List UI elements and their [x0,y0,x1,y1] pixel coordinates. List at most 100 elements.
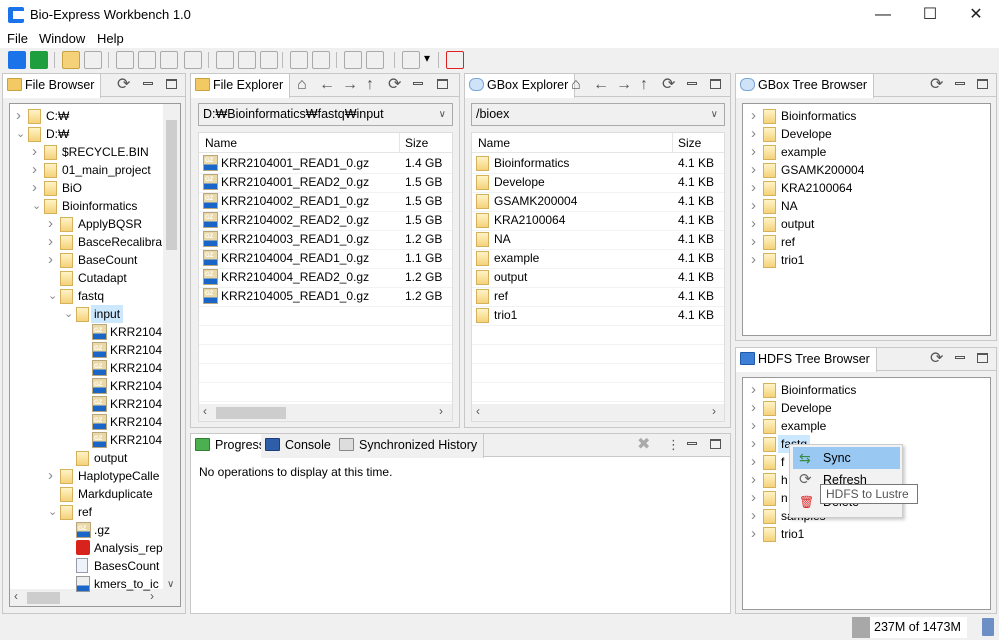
tab-file-explorer[interactable]: File Explorer [191,74,291,98]
up-icon[interactable]: ↑ [640,76,648,94]
tree-item[interactable]: › GSAMK200004 [743,161,990,179]
minimize-view-button[interactable] [955,356,965,359]
tree-item[interactable]: › KRA2100064 [743,179,990,197]
tree-item[interactable]: Markduplicate [10,485,180,503]
tree-item[interactable]: › BasceRecalibra [10,233,180,251]
chevron-right-icon[interactable]: › [751,417,761,435]
chevron-right-icon[interactable]: › [751,179,761,197]
tree-item[interactable]: ⌄ D:₩ [10,125,180,143]
export-tree-icon[interactable] [184,51,202,69]
chevron-right-icon[interactable]: › [48,251,58,269]
up-icon[interactable]: ↑ [366,76,374,94]
tree-item[interactable]: output [10,449,180,467]
maximize-view-button[interactable] [710,79,721,89]
refresh-icon[interactable]: ⟳ [117,76,130,94]
refresh-icon[interactable]: ⟳ [388,76,401,94]
share-icon[interactable] [160,51,178,69]
tree-item[interactable]: ⌄ Bioinformatics [10,197,180,215]
tab-hdfs-tree-browser[interactable]: HDFS Tree Browser [736,348,877,372]
heap-status[interactable]: 237M of 1473M [852,617,967,638]
edit-folder-icon[interactable] [84,51,102,69]
sync-window-icon[interactable] [260,51,278,69]
tree-item[interactable]: ⌄ ref [10,503,180,521]
table-row[interactable]: NA 4.1 KB [472,230,724,249]
tree-item[interactable]: › example [743,143,990,161]
chevron-right-icon[interactable]: › [32,161,42,179]
chevron-right-icon[interactable]: › [751,507,761,525]
home-icon[interactable]: ⌂ [571,76,581,94]
chevron-right-icon[interactable]: › [751,489,761,507]
chevron-right-icon[interactable]: › [751,381,761,399]
chevron-right-icon[interactable]: › [32,143,42,161]
minimize-view-button[interactable] [687,82,697,85]
chevron-right-icon[interactable]: › [751,143,761,161]
tree-item[interactable]: KRR2104 [10,430,180,449]
gbox-icon[interactable] [30,51,48,69]
maximize-view-button[interactable] [977,79,988,89]
tree-item[interactable]: KRR2104 [10,412,180,431]
column-header-name[interactable]: Name [205,133,237,153]
table-row[interactable]: KRR2104002_READ2_0.gz 1.5 GB [199,209,452,230]
table-row[interactable]: KRR2104003_READ1_0.gz 1.2 GB [199,228,452,249]
chevron-right-icon[interactable]: › [751,525,761,543]
tree-item[interactable]: KRR2104 [10,394,180,413]
menu-window[interactable]: Window [39,31,85,46]
copy-icon[interactable] [402,51,420,69]
tree-item[interactable]: KRR2104 [10,340,180,359]
bio-express-icon[interactable] [8,51,26,69]
table-row[interactable]: trio1 4.1 KB [472,306,724,325]
chevron-right-icon[interactable]: › [48,233,58,251]
chevron-down-icon[interactable]: ⌄ [64,305,74,323]
chevron-down-icon[interactable]: ⌄ [16,125,26,143]
horizontal-scrollbar[interactable]: ‹ › [199,404,452,421]
table-row[interactable]: GSAMK200004 4.1 KB [472,192,724,211]
chevron-right-icon[interactable]: › [751,399,761,417]
table-row[interactable]: Bioinformatics 4.1 KB [472,154,724,173]
column-header-name[interactable]: Name [478,133,510,153]
tree-item[interactable]: › Bioinformatics [743,381,990,399]
edit-tree-icon[interactable] [138,51,156,69]
gbox-table[interactable]: ‹ › Name Size Bioinformatics 4.1 KB Develope 4… [471,132,725,422]
tab-file-browser[interactable]: File Browser [3,74,102,98]
table-row[interactable]: Develope 4.1 KB [472,173,724,192]
check-window-icon[interactable] [238,51,256,69]
table-row[interactable]: output 4.1 KB [472,268,724,287]
tree-item[interactable]: ⌄ fastq [10,287,180,305]
tree-item[interactable]: › trio1 [743,525,990,543]
home-icon[interactable]: ⌂ [297,76,307,94]
tree-item[interactable]: › trio1 [743,251,990,269]
tree-item[interactable]: KRR2104 [10,322,180,341]
maximize-view-button[interactable] [437,79,448,89]
maximize-view-button[interactable] [710,439,721,449]
tab-progress[interactable]: Progress [191,434,273,458]
refresh-icon[interactable]: ⟳ [930,76,943,94]
maximize-view-button[interactable] [166,79,177,89]
menu-help[interactable]: Help [97,31,124,46]
close-button[interactable]: ✕ [953,0,999,30]
table-row[interactable]: KRR2104001_READ1_0.gz 1.4 GB [199,152,452,173]
settings-window-icon[interactable] [216,51,234,69]
chevron-right-icon[interactable]: › [751,233,761,251]
refresh-icon[interactable]: ⟳ [662,76,675,94]
tree-item[interactable]: Analysis_rep [10,539,180,557]
minimize-button[interactable]: — [860,0,906,30]
tree-item[interactable]: › ApplyBQSR [10,215,180,233]
table-row[interactable]: KRR2104001_READ2_0.gz 1.5 GB [199,171,452,192]
new-folder-icon[interactable] [62,51,80,69]
chevron-right-icon[interactable]: › [48,215,58,233]
minimize-view-button[interactable] [413,82,423,85]
chevron-right-icon[interactable]: › [48,467,58,485]
chevron-right-icon[interactable]: › [751,125,761,143]
file-tree[interactable]: ∨ ‹ › › C:₩ ⌄ D:₩ › $RECYCLE.BIN › 01_main_proje… [9,103,181,607]
minimize-view-button[interactable] [143,82,153,85]
remove-all-icon[interactable]: ✖ [637,436,650,454]
tab-console[interactable]: Console [261,434,338,458]
chevron-down-icon[interactable]: ⌄ [32,197,42,215]
tree-item[interactable]: › Bioinformatics [743,107,990,125]
table-row[interactable]: KRA2100064 4.1 KB [472,211,724,230]
table-row[interactable]: KRR2104004_READ1_0.gz 1.1 GB [199,247,452,268]
chevron-right-icon[interactable]: › [32,179,42,197]
tree-item[interactable]: › 01_main_project [10,161,180,179]
column-header-size[interactable]: Size [678,133,701,153]
refresh-icon[interactable]: ⟳ [930,350,943,368]
